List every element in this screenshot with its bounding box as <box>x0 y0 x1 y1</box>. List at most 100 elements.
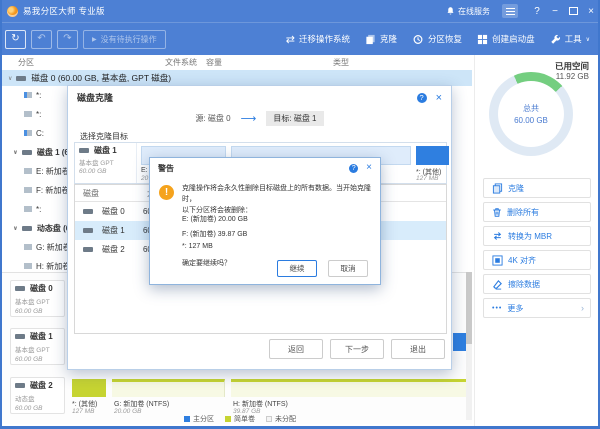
partition-icon <box>24 187 32 193</box>
redo-button[interactable]: ↷ <box>57 30 78 49</box>
disk-icon <box>83 228 93 233</box>
legend-simple-swatch <box>225 416 231 422</box>
source-label: 源: 磁盘 0 <box>195 113 230 124</box>
legend-unallocated-swatch <box>266 416 272 422</box>
tree-item-disk1[interactable]: ∨磁盘 1 (60.00 <box>2 145 70 159</box>
disk2-card[interactable]: 磁盘 2 动态盘 60.00 GB <box>10 377 65 414</box>
pending-operations-button[interactable]: ▶ 没有待执行操作 <box>83 30 166 49</box>
exit-button[interactable]: 退出 <box>391 339 445 359</box>
tree-item-dynamic-disk[interactable]: ∨动态盘 (60.00 <box>2 221 70 235</box>
redo-icon: ↷ <box>63 33 71 44</box>
warning-exclamation-icon: ! <box>159 185 174 200</box>
tree-chevron-icon: ∨ <box>13 149 18 156</box>
partition-icon <box>24 111 32 117</box>
more-dots-icon: ••• <box>492 305 502 312</box>
warning-close-button[interactable]: × <box>366 163 372 173</box>
disk2-partition-h[interactable] <box>231 379 471 397</box>
legend-primary: 主分区 <box>184 414 214 424</box>
help-button[interactable]: ? <box>528 0 546 22</box>
undo-icon: ↶ <box>37 33 45 44</box>
legend-primary-swatch <box>184 416 190 422</box>
dialog-footer: 返回 下一步 退出 <box>269 339 445 359</box>
list-item: *: 127 MB <box>182 243 248 250</box>
table-header: 分区 文件系统 容量 类型 <box>2 55 472 71</box>
col-capacity: 容量 <box>206 57 222 68</box>
menu-button[interactable] <box>502 4 518 18</box>
disk2-partition-g[interactable] <box>112 379 225 397</box>
help-icon: ? <box>352 165 356 172</box>
clone-button[interactable]: 克隆 <box>365 33 397 45</box>
panel-4k-align-button[interactable]: 4K 对齐 <box>483 250 591 270</box>
target-partition-other[interactable] <box>416 146 449 165</box>
list-item: F: (新加卷) 39.87 GB <box>182 229 248 239</box>
migrate-icon: ⇄ <box>286 33 295 46</box>
clone-icon <box>492 183 503 194</box>
app-window: 易我分区大师 专业版 在线服务 ? − × ↻ ↶ ↷ ▶ 没有待执行操作 ⇄ … <box>0 0 600 429</box>
close-button[interactable]: × <box>582 0 600 22</box>
warning-title: 警告 <box>158 163 174 174</box>
app-logo-icon <box>7 6 18 17</box>
disk-icon <box>22 226 32 231</box>
disk1-card[interactable]: 磁盘 1 基本盘 GPT 60.00 GB <box>10 328 65 365</box>
maximize-button[interactable] <box>564 0 582 22</box>
panel-convert-mbr-button[interactable]: 转换为 MBR <box>483 226 591 246</box>
right-action-panel: 已用空间 11.92 GB 总共 60.00 GB 克隆 删除所有 转换为 MB… <box>474 55 599 426</box>
partition-recovery-button[interactable]: 分区恢复 <box>412 33 462 45</box>
table-row-disk0[interactable]: ∨ 磁盘 0 (60.00 GB, 基本盘, GPT 磁盘) <box>2 70 472 86</box>
dialog-close-button[interactable]: × <box>436 93 442 103</box>
disk2-partition-other[interactable] <box>72 379 106 397</box>
trash-icon <box>492 207 502 218</box>
online-service-button[interactable]: 在线服务 <box>446 6 490 17</box>
undo-button[interactable]: ↶ <box>31 30 52 49</box>
continue-button[interactable]: 继续 <box>277 260 317 277</box>
partition-icon <box>24 263 32 269</box>
panel-more-button[interactable]: ••• 更多 › <box>483 298 591 318</box>
list-item: E: (新加卷) 20.00 GB <box>182 214 248 224</box>
target-disk-card: 磁盘 1 基本盘 GPT 60.00 GB <box>75 143 137 183</box>
close-icon: × <box>588 6 594 17</box>
migrate-os-button[interactable]: ⇄ 迁移操作系统 <box>286 33 350 46</box>
convert-icon <box>492 231 503 241</box>
tree-chevron-icon: ∨ <box>13 225 18 232</box>
disk-icon <box>83 209 93 214</box>
target-label: 目标: 磁盘 1 <box>266 111 323 126</box>
panel-wipe-data-button[interactable]: 擦除数据 <box>483 274 591 294</box>
col-filesystem: 文件系统 <box>165 57 197 68</box>
refresh-icon: ↻ <box>11 33 19 44</box>
partition-icon <box>24 168 32 174</box>
disk-icon <box>16 76 26 81</box>
panel-clone-button[interactable]: 克隆 <box>483 178 591 198</box>
tools-button[interactable]: 工具 ∨ <box>550 33 590 45</box>
minimize-icon: − <box>552 6 558 17</box>
cancel-button[interactable]: 取消 <box>328 260 368 277</box>
clone-icon <box>365 34 376 45</box>
warning-message: 克隆操作将会永久性删除目标磁盘上的所有数据。当开始克隆时， 以下分区将会被删除： <box>182 184 372 217</box>
disk0-card[interactable]: 磁盘 0 基本盘 GPT 60.00 GB <box>10 280 65 317</box>
partition-label: E: <box>141 167 148 174</box>
partition-icon <box>24 206 32 212</box>
chevron-down-icon: ∨ <box>586 36 590 43</box>
source-target-row: 源: 磁盘 0 ⟶ 目标: 磁盘 1 <box>68 111 451 126</box>
disk-icon <box>22 150 32 155</box>
dialog-help-button[interactable]: ? <box>417 93 427 103</box>
tree-chevron-icon: ∨ <box>8 75 12 82</box>
col-partition: 分区 <box>18 57 34 68</box>
refresh-button[interactable]: ↻ <box>5 30 26 49</box>
back-button[interactable]: 返回 <box>269 339 323 359</box>
disk-icon <box>83 247 93 252</box>
warning-help-button[interactable]: ? <box>349 164 358 173</box>
partition-size: 127 MB <box>72 408 94 415</box>
align-icon <box>492 255 503 266</box>
close-icon: × <box>366 162 372 173</box>
next-button[interactable]: 下一步 <box>330 339 384 359</box>
vertical-scrollbar[interactable] <box>466 272 472 420</box>
col-type: 类型 <box>333 57 349 68</box>
maximize-icon <box>569 7 578 15</box>
minimize-button[interactable]: − <box>546 0 564 22</box>
scrollbar-thumb[interactable] <box>466 272 472 344</box>
arrow-right-icon: ⟶ <box>241 112 257 125</box>
bootable-media-button[interactable]: 创建启动盘 <box>477 33 535 45</box>
dialog-header: 磁盘克隆 ? × <box>68 86 451 109</box>
partition-size: 20 <box>141 175 148 182</box>
panel-delete-all-button[interactable]: 删除所有 <box>483 202 591 222</box>
